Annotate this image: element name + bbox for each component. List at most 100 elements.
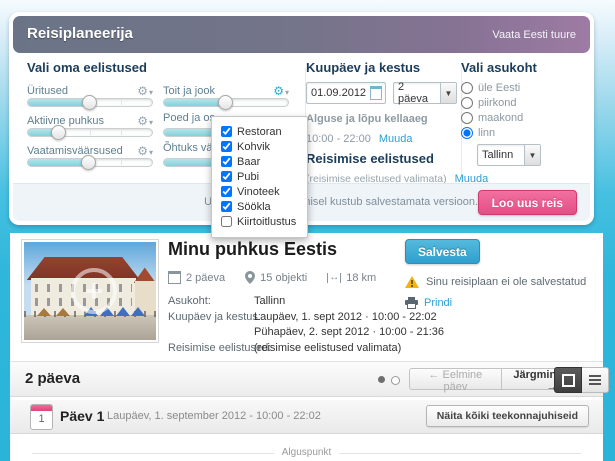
printer-icon [405,297,418,309]
map-view-toggle[interactable] [554,367,582,393]
day-toolbar: 2 päeva ← Eelmine päev Järgmine päev → [10,361,603,397]
meta-distance-value: 18 km [346,272,376,284]
radio-label: linn [478,127,495,139]
day-count-title: 2 päeva [25,370,80,387]
app-title: Reisiplaneerija [27,25,133,42]
print-row: Prindi [405,297,452,309]
slider-handle[interactable] [81,155,96,170]
radio-ule-eesti[interactable]: üle Eesti [461,82,520,94]
checkbox[interactable] [221,201,232,212]
trip-photo[interactable] [22,240,158,342]
pager-dot-1[interactable] [378,376,385,383]
map-pin-icon [245,271,255,284]
detail-value: Laupäev, 1. sept 2012 · 10:00 - 22:02 [254,311,437,323]
slider-handle[interactable] [82,95,97,110]
dropdown-item-kohvik[interactable]: Kohvik [221,139,307,154]
slider-label: Toit ja jook [163,85,215,97]
duration-value: 2 päeva [394,81,440,105]
caret-down-icon: ▾ [149,118,153,127]
radio-button[interactable] [461,127,473,139]
previous-day-button[interactable]: ← Eelmine päev [409,368,501,390]
checkbox[interactable] [221,141,232,152]
dropdown-item-baar[interactable]: Baar [221,154,307,169]
distance-icon: ↔ [327,273,341,283]
meta-objects: 15 objekti [245,271,307,284]
checkbox[interactable] [221,171,232,182]
warning-icon [405,276,419,288]
show-directions-button[interactable]: Näita kõiki teekonnajuhiseid [426,405,589,427]
day-badge-number: 1 [31,411,52,428]
detail-value: (reisimise eelistused valimata) [254,342,401,354]
dropdown-item-label: Söökla [237,201,271,213]
time-heading: Alguse ja lõpu kellaaeg [306,113,428,125]
unsaved-warning: Sinu reisiplaan ei ole salvestatud [405,276,586,288]
slider-fill [164,99,226,106]
dropdown-item-restoran[interactable]: Restoran [221,124,307,139]
print-link[interactable]: Prindi [424,297,452,309]
save-button[interactable]: Salvesta [405,239,480,264]
caret-down-icon[interactable]: ▼ [524,145,540,165]
radio-label: üle Eesti [478,82,520,94]
date-value: 01.09.2012 [307,87,370,99]
date-input[interactable]: 01.09.2012 [306,82,386,104]
city-select[interactable]: Tallinn ▼ [477,144,541,166]
radio-button[interactable] [461,97,473,109]
pager-dot-2[interactable] [391,376,400,385]
dropdown-item-label: Pubi [237,171,259,183]
caret-down-icon: ▾ [285,88,289,97]
slider-label: Üritused [27,85,68,97]
location-heading: Vali asukoht [461,60,537,75]
gear-icon: ⚙ [137,144,148,158]
checkbox[interactable] [221,126,232,137]
slider-track[interactable] [27,128,153,137]
slider-handle[interactable] [51,125,66,140]
slider-fill [28,159,89,166]
dropdown-item-vinoteek[interactable]: Vinoteek [221,184,307,199]
gear-icon: ⚙ [137,114,148,128]
caret-down-icon[interactable]: ▼ [440,83,456,103]
detail-label: Kuupäev ja kestus: [168,311,261,323]
photo-tent [56,308,70,316]
dropdown-item-label: Kiirtoitlustus [237,216,296,228]
radio-button[interactable] [461,112,473,124]
radio-maakond[interactable]: maakond [461,112,523,124]
photo-square [24,315,156,340]
list-view-toggle[interactable] [582,367,609,393]
caret-down-icon: ▾ [149,88,153,97]
radio-label: piirkond [478,97,517,109]
day-subtitle: Laupäev, 1. september 2012 - 10:00 - 22:… [107,410,321,422]
slider-tick [121,100,122,105]
radio-button[interactable] [461,82,473,94]
header: Reisiplaneerija Vaata Eesti tuure [13,16,590,53]
slider-track[interactable] [27,158,153,167]
caret-down-icon: ▾ [149,148,153,157]
slider-label: Poed ja os [163,112,215,124]
slider-track[interactable] [163,98,289,107]
slider-track[interactable] [27,98,153,107]
gear-icon: ⚙ [137,84,148,98]
create-trip-button[interactable]: Loo uus reis [478,190,577,215]
dropdown-item-pubi[interactable]: Pubi [221,169,307,184]
checkbox[interactable] [221,216,232,227]
edit-time-link[interactable]: Muuda [379,133,413,145]
radio-piirkond[interactable]: piirkond [461,97,517,109]
checkbox[interactable] [221,156,232,167]
calendar-icon[interactable] [370,86,382,100]
duration-select[interactable]: 2 päeva ▼ [393,82,457,104]
slider-label: Vaatamisväärsused [27,145,123,157]
single-view-icon [562,374,575,387]
food-drink-dropdown: Restoran Kohvik Baar Pubi Vinoteek Söökl… [211,116,308,238]
warning-text: Sinu reisiplaan ei ole salvestatud [426,276,586,288]
dropdown-item-kiirtoitlustus[interactable]: Kiirtoitlustus [221,214,307,229]
list-view-icon [589,375,601,385]
dropdown-item-sookla[interactable]: Söökla [221,199,307,214]
slider-tick [121,130,122,135]
preferences-heading: Vali oma eelistused [27,60,147,75]
slider-fill [28,129,59,136]
slider-label: Aktiivne puhkus [27,115,104,127]
view-tours-link[interactable]: Vaata Eesti tuure [492,29,576,41]
radio-linn[interactable]: linn [461,127,495,139]
checkbox[interactable] [221,186,232,197]
slider-handle[interactable] [218,95,233,110]
slider-tick [121,160,122,165]
